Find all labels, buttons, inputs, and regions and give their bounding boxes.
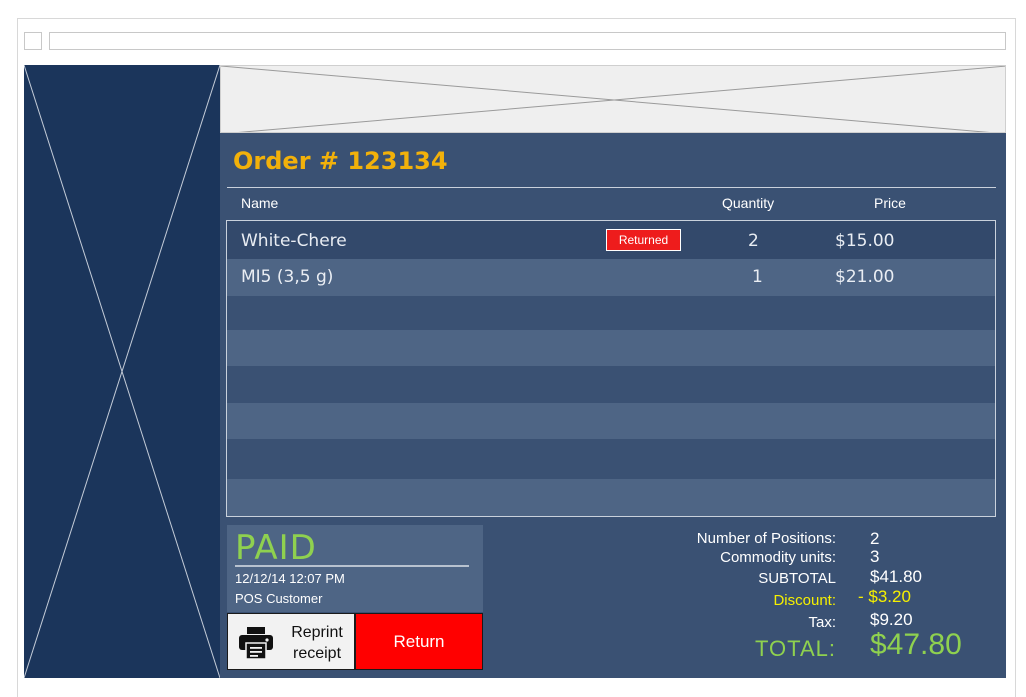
item-name: White-Chere [241,231,347,251]
positions-label: Number of Positions: [696,530,836,547]
reprint-receipt-button[interactable]: Reprint receipt [227,613,355,670]
item-price: $21.00 [835,267,895,287]
printer-icon [239,627,273,660]
customer-name: POS Customer [235,591,323,606]
placeholder-cross-icon [221,66,1005,132]
table-row[interactable]: MI5 (3,5 g) 1 $21.00 [227,259,995,296]
reprint-label-line1: Reprint [291,624,343,641]
item-quantity: 2 [748,231,759,251]
sidebar-image-placeholder [24,65,220,678]
tax-value: $9.20 [870,610,913,629]
paid-divider [235,565,469,567]
order-title: Order # 123134 [233,147,448,175]
banner-image-placeholder [220,65,1006,133]
table-row[interactable]: White-Chere Returned 2 $15.00 [227,221,995,259]
table-row-empty [227,330,995,366]
item-quantity: 1 [752,267,763,287]
positions-value: 2 [870,529,880,548]
item-name: MI5 (3,5 g) [241,267,334,287]
table-row-empty [227,479,995,516]
total-value: $47.80 [870,628,962,661]
table-row-empty [227,403,995,439]
top-left-placeholder [24,32,42,50]
table-row-empty [227,366,995,403]
total-label: TOTAL: [755,636,836,661]
discount-label: Discount: [773,592,836,609]
order-datetime: 12/12/14 12:07 PM [235,571,345,586]
paid-status-label: PAID [235,528,317,568]
column-header-price: Price [874,195,906,211]
item-price: $15.00 [835,231,895,251]
top-bar-placeholder [49,32,1006,50]
order-items-table: White-Chere Returned 2 $15.00 MI5 (3,5 g… [226,220,996,517]
table-row-empty [227,439,995,479]
placeholder-cross-icon [24,65,220,678]
tax-label: Tax: [808,614,836,631]
table-row-empty [227,296,995,330]
payment-status-panel: PAID 12/12/14 12:07 PM POS Customer [227,525,483,612]
column-header-name: Name [241,195,279,211]
order-detail-panel: Order # 123134 Name Quantity Price White… [220,65,1006,678]
title-divider [227,187,996,188]
reprint-button-label: Reprint receipt [284,622,350,664]
return-button[interactable]: Return [355,613,483,670]
units-label: Commodity units: [720,549,836,566]
discount-value: - $3.20 [858,587,911,606]
subtotal-label: SUBTOTAL [758,570,836,587]
column-header-quantity: Quantity [722,195,775,211]
returned-badge: Returned [606,229,681,251]
units-value: 3 [870,547,880,566]
subtotal-value: $41.80 [870,567,922,586]
reprint-label-line2: receipt [292,645,342,662]
